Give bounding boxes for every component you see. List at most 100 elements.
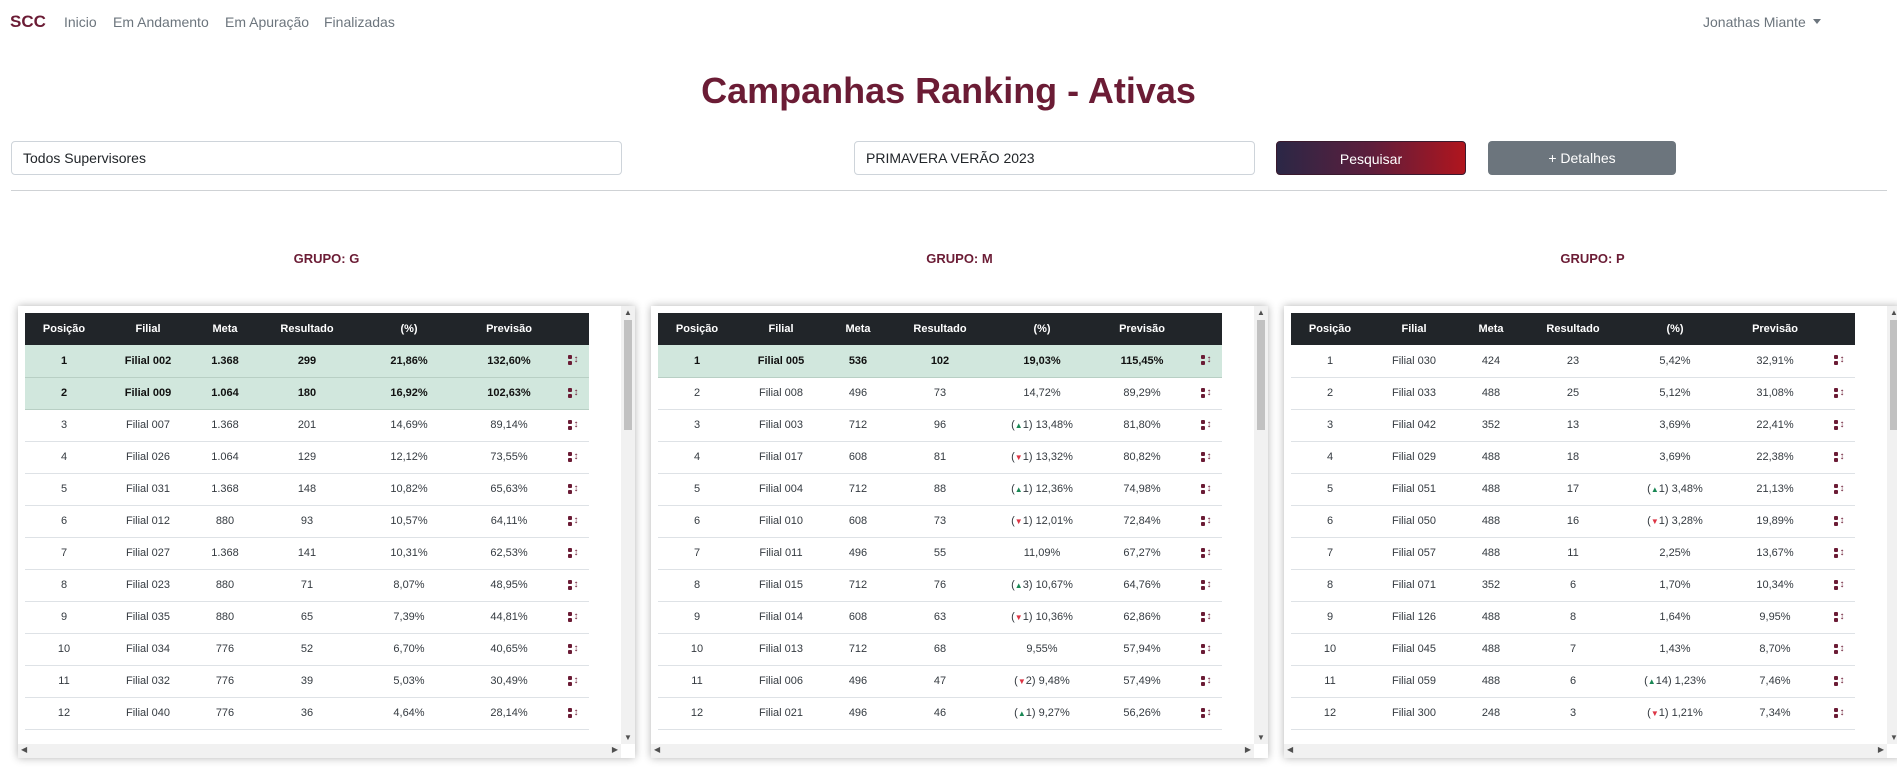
sort-detail-icon[interactable]: ↕ — [1833, 611, 1845, 623]
scrollbar-thumb[interactable] — [1257, 320, 1265, 430]
table-row[interactable]: 10 Filial 034 776 52 6,70% 40,65% ↕ — [25, 633, 589, 666]
search-button[interactable]: Pesquisar — [1276, 141, 1466, 175]
table-row[interactable]: 4 Filial 017 608 81 (▼1) 13,32% 80,82% ↕ — [658, 441, 1222, 474]
sort-detail-icon[interactable]: ↕ — [1200, 611, 1212, 623]
sort-detail-icon[interactable]: ↕ — [1833, 707, 1845, 719]
sort-detail-icon[interactable]: ↕ — [567, 611, 579, 623]
table-row[interactable]: 9 Filial 014 608 63 (▼1) 10,36% 62,86% ↕ — [658, 601, 1222, 634]
vertical-scrollbar[interactable]: ▲ ▼ — [1254, 306, 1268, 744]
sort-detail-icon[interactable]: ↕ — [567, 707, 579, 719]
sort-detail-icon[interactable]: ↕ — [567, 643, 579, 655]
sort-detail-icon[interactable]: ↕ — [1833, 515, 1845, 527]
column-header[interactable]: Posição — [658, 313, 736, 345]
column-header[interactable]: Previsão — [1094, 313, 1190, 345]
column-header[interactable]: (%) — [990, 313, 1094, 345]
scroll-down-icon[interactable]: ▼ — [1890, 733, 1897, 742]
column-header[interactable]: Meta — [826, 313, 890, 345]
table-row[interactable]: 5 Filial 051 488 17 (▲1) 3,48% 21,13% ↕ — [1291, 473, 1855, 506]
table-row[interactable]: 1 Filial 005 536 102 19,03% 115,45% ↕ — [658, 345, 1222, 378]
column-header[interactable]: Resultado — [1523, 313, 1623, 345]
sort-detail-icon[interactable]: ↕ — [1833, 547, 1845, 559]
scrollbar-thumb[interactable] — [624, 320, 632, 430]
scroll-right-icon[interactable]: ▶ — [612, 745, 618, 754]
sort-detail-icon[interactable]: ↕ — [1200, 387, 1212, 399]
table-row[interactable]: 1 Filial 002 1.368 299 21,86% 132,60% ↕ — [25, 345, 589, 378]
table-row[interactable]: 10 Filial 013 712 68 9,55% 57,94% ↕ — [658, 633, 1222, 666]
sort-detail-icon[interactable]: ↕ — [1200, 675, 1212, 687]
vertical-scrollbar[interactable]: ▲ ▼ — [1887, 306, 1897, 744]
sort-detail-icon[interactable]: ↕ — [1833, 451, 1845, 463]
details-button[interactable]: + Detalhes — [1488, 141, 1676, 175]
scroll-up-icon[interactable]: ▲ — [1890, 308, 1897, 317]
column-header[interactable]: Resultado — [890, 313, 990, 345]
table-row[interactable]: 12 Filial 300 248 3 (▼1) 1,21% 7,34% ↕ — [1291, 697, 1855, 730]
sort-detail-icon[interactable]: ↕ — [1833, 387, 1845, 399]
column-header[interactable]: Posição — [1291, 313, 1369, 345]
table-row[interactable]: 6 Filial 010 608 73 (▼1) 12,01% 72,84% ↕ — [658, 505, 1222, 538]
table-row[interactable]: 3 Filial 042 352 13 3,69% 22,41% ↕ — [1291, 409, 1855, 442]
vertical-scrollbar[interactable]: ▲ ▼ — [621, 306, 635, 744]
scroll-up-icon[interactable]: ▲ — [1257, 308, 1265, 317]
scroll-right-icon[interactable]: ▶ — [1245, 745, 1251, 754]
column-header[interactable]: Posição — [25, 313, 103, 345]
sort-detail-icon[interactable]: ↕ — [1833, 643, 1845, 655]
table-row[interactable]: 2 Filial 009 1.064 180 16,92% 102,63% ↕ — [25, 377, 589, 410]
sort-detail-icon[interactable]: ↕ — [1200, 515, 1212, 527]
table-row[interactable]: 4 Filial 029 488 18 3,69% 22,38% ↕ — [1291, 441, 1855, 474]
nav-link-em-apuracao[interactable]: Em Apuração — [225, 14, 309, 30]
sort-detail-icon[interactable]: ↕ — [1833, 354, 1845, 366]
table-row[interactable]: 12 Filial 021 496 46 (▲1) 9,27% 56,26% ↕ — [658, 697, 1222, 730]
column-header[interactable]: Meta — [193, 313, 257, 345]
table-row[interactable]: 2 Filial 008 496 73 14,72% 89,29% ↕ — [658, 377, 1222, 410]
column-header[interactable]: Previsão — [461, 313, 557, 345]
sort-detail-icon[interactable]: ↕ — [1833, 483, 1845, 495]
table-row[interactable]: 7 Filial 011 496 55 11,09% 67,27% ↕ — [658, 537, 1222, 570]
table-row[interactable]: 5 Filial 031 1.368 148 10,82% 65,63% ↕ — [25, 473, 589, 506]
sort-detail-icon[interactable]: ↕ — [567, 515, 579, 527]
sort-detail-icon[interactable]: ↕ — [1200, 354, 1212, 366]
sort-detail-icon[interactable]: ↕ — [1200, 707, 1212, 719]
supervisor-select[interactable]: Todos Supervisores — [11, 141, 622, 175]
sort-detail-icon[interactable]: ↕ — [1833, 419, 1845, 431]
brand-logo[interactable]: SCC — [10, 12, 46, 32]
table-row[interactable]: 11 Filial 006 496 47 (▼2) 9,48% 57,49% ↕ — [658, 665, 1222, 698]
horizontal-scrollbar[interactable]: ◀ ▶ — [1284, 744, 1887, 758]
nav-link-finalizadas[interactable]: Finalizadas — [324, 14, 395, 30]
horizontal-scrollbar[interactable]: ◀ ▶ — [651, 744, 1254, 758]
sort-detail-icon[interactable]: ↕ — [567, 419, 579, 431]
sort-detail-icon[interactable]: ↕ — [567, 354, 579, 366]
scroll-down-icon[interactable]: ▼ — [1257, 733, 1265, 742]
column-header[interactable]: Resultado — [257, 313, 357, 345]
sort-detail-icon[interactable]: ↕ — [1200, 547, 1212, 559]
sort-detail-icon[interactable]: ↕ — [567, 547, 579, 559]
table-row[interactable]: 8 Filial 023 880 71 8,07% 48,95% ↕ — [25, 569, 589, 602]
campaign-select[interactable]: PRIMAVERA VERÃO 2023 — [854, 141, 1255, 175]
table-row[interactable]: 3 Filial 007 1.368 201 14,69% 89,14% ↕ — [25, 409, 589, 442]
table-row[interactable]: 7 Filial 027 1.368 141 10,31% 62,53% ↕ — [25, 537, 589, 570]
scroll-left-icon[interactable]: ◀ — [1287, 745, 1293, 754]
column-header[interactable]: Filial — [103, 313, 193, 345]
scroll-up-icon[interactable]: ▲ — [624, 308, 632, 317]
nav-link-inicio[interactable]: Inicio — [64, 14, 97, 30]
table-row[interactable]: 11 Filial 059 488 6 (▲14) 1,23% 7,46% ↕ — [1291, 665, 1855, 698]
column-header[interactable]: (%) — [1623, 313, 1727, 345]
sort-detail-icon[interactable]: ↕ — [1833, 579, 1845, 591]
scrollbar-thumb[interactable] — [1890, 320, 1897, 430]
table-row[interactable]: 9 Filial 126 488 8 1,64% 9,95% ↕ — [1291, 601, 1855, 634]
table-row[interactable]: 5 Filial 004 712 88 (▲1) 12,36% 74,98% ↕ — [658, 473, 1222, 506]
scroll-right-icon[interactable]: ▶ — [1878, 745, 1884, 754]
sort-detail-icon[interactable]: ↕ — [1200, 579, 1212, 591]
column-header[interactable]: Filial — [1369, 313, 1459, 345]
sort-detail-icon[interactable]: ↕ — [567, 451, 579, 463]
sort-detail-icon[interactable]: ↕ — [1200, 643, 1212, 655]
sort-detail-icon[interactable]: ↕ — [567, 387, 579, 399]
column-header[interactable]: Meta — [1459, 313, 1523, 345]
horizontal-scrollbar[interactable]: ◀ ▶ — [18, 744, 621, 758]
table-row[interactable]: 3 Filial 003 712 96 (▲1) 13,48% 81,80% ↕ — [658, 409, 1222, 442]
user-menu[interactable]: Jonathas Miante — [1703, 14, 1821, 30]
sort-detail-icon[interactable]: ↕ — [1833, 675, 1845, 687]
scroll-left-icon[interactable]: ◀ — [654, 745, 660, 754]
column-header[interactable]: (%) — [357, 313, 461, 345]
table-row[interactable]: 4 Filial 026 1.064 129 12,12% 73,55% ↕ — [25, 441, 589, 474]
column-header[interactable]: Previsão — [1727, 313, 1823, 345]
